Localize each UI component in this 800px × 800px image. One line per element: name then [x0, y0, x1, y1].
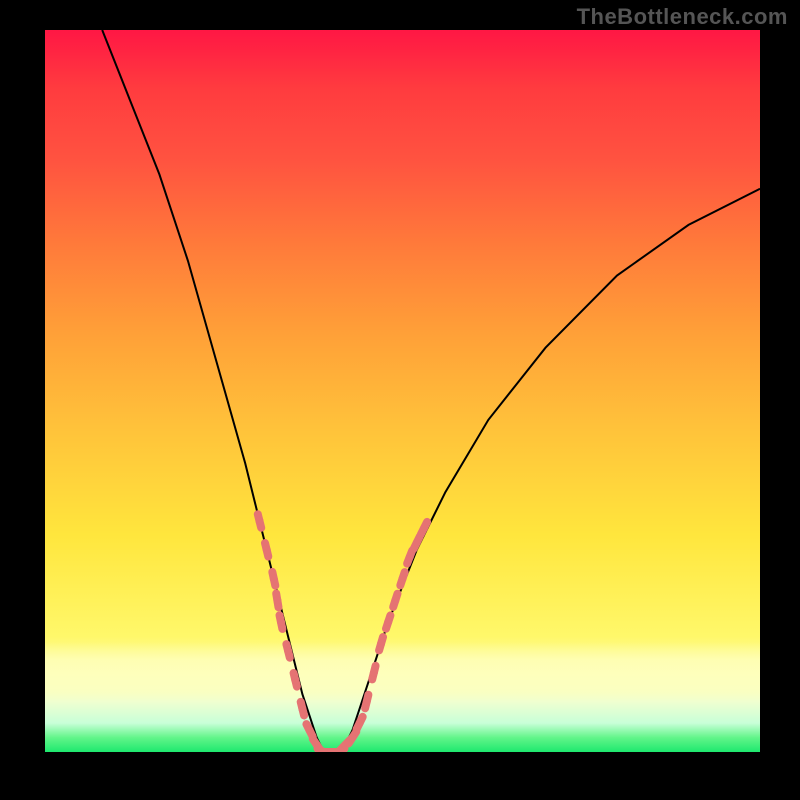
curve-marker-dot: [298, 705, 306, 713]
curve-marker-dot: [291, 676, 299, 684]
curve-marker-dot: [356, 719, 364, 727]
curve-marker-dot: [377, 640, 385, 648]
curve-marker-dot: [391, 596, 399, 604]
curve-marker-dot: [399, 575, 407, 583]
watermark-text: TheBottleneck.com: [577, 4, 788, 30]
chart-frame: TheBottleneck.com: [0, 0, 800, 800]
curve-marker-dot: [348, 734, 356, 742]
curve-marker-dot: [273, 596, 281, 604]
curve-marker-dot: [406, 553, 414, 561]
curve-marker-dot: [263, 546, 271, 554]
curve-marker-dot: [270, 575, 278, 583]
curve-marker-dot: [284, 647, 292, 655]
bottleneck-curve: [102, 30, 760, 752]
curve-marker-dot: [306, 726, 314, 734]
curve-marker-dot: [256, 517, 264, 525]
chart-svg: [45, 30, 760, 752]
marker-layer: [256, 514, 429, 752]
curve-layer: [102, 30, 760, 752]
curve-marker-dot: [384, 618, 392, 626]
curve-marker-dot: [277, 618, 285, 626]
curve-marker-dot: [363, 698, 371, 706]
curve-marker-dot: [420, 524, 428, 532]
curve-marker-dot: [370, 669, 378, 677]
curve-marker-dot: [413, 539, 421, 547]
